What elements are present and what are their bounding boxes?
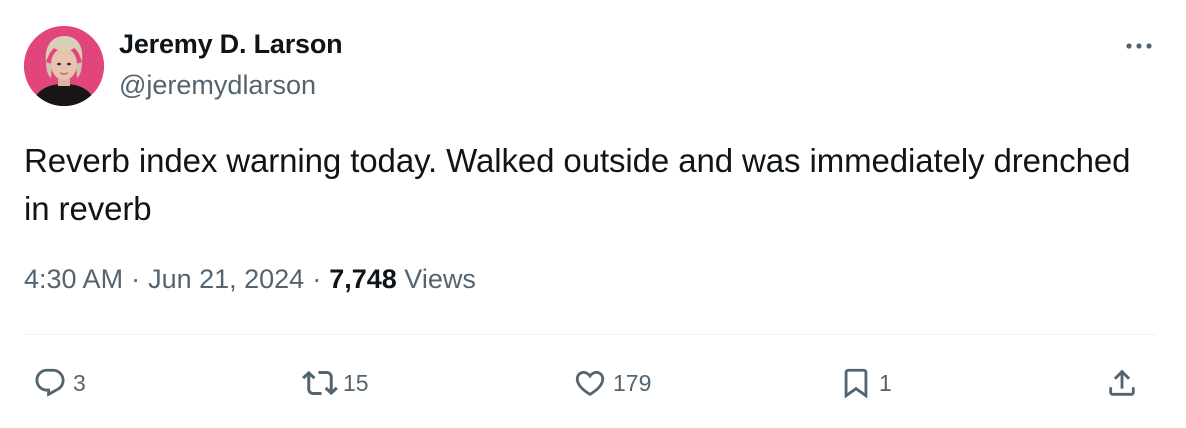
repost-button[interactable]: 15	[300, 363, 369, 403]
like-count: 179	[613, 369, 652, 396]
avatar-image	[24, 26, 104, 106]
divider	[24, 334, 1156, 335]
heart-icon	[570, 363, 610, 403]
views-label: Views	[404, 264, 476, 294]
share-icon	[1102, 363, 1142, 403]
reply-button[interactable]: 3	[30, 363, 86, 403]
bookmark-count: 1	[879, 369, 892, 396]
tweet-text: Reverb index warning today. Walked outsi…	[24, 142, 1131, 227]
author-handle[interactable]: @jeremydlarson	[119, 70, 316, 101]
more-icon	[1126, 43, 1152, 49]
tweet-date[interactable]: Jun 21, 2024	[148, 264, 304, 294]
tweet-meta: 4:30 AM · Jun 21, 2024 · 7,748 Views	[24, 264, 476, 295]
author-name[interactable]: Jeremy D. Larson	[119, 29, 343, 60]
bookmark-icon	[836, 363, 876, 403]
reply-icon	[30, 363, 70, 403]
bookmark-button[interactable]: 1	[836, 363, 892, 403]
views-count[interactable]: 7,748	[329, 264, 397, 294]
meta-separator: ·	[131, 264, 141, 294]
share-button[interactable]	[1102, 363, 1142, 403]
reply-count: 3	[73, 369, 86, 396]
more-options-button[interactable]	[1122, 36, 1156, 56]
repost-icon	[300, 363, 340, 403]
tweet-card: Jeremy D. Larson @jeremydlarson Reverb i…	[0, 0, 1186, 428]
repost-count: 15	[343, 369, 369, 396]
meta-separator: ·	[312, 264, 322, 294]
tweet-time[interactable]: 4:30 AM	[24, 264, 123, 294]
like-button[interactable]: 179	[570, 363, 651, 403]
avatar[interactable]	[24, 26, 104, 106]
